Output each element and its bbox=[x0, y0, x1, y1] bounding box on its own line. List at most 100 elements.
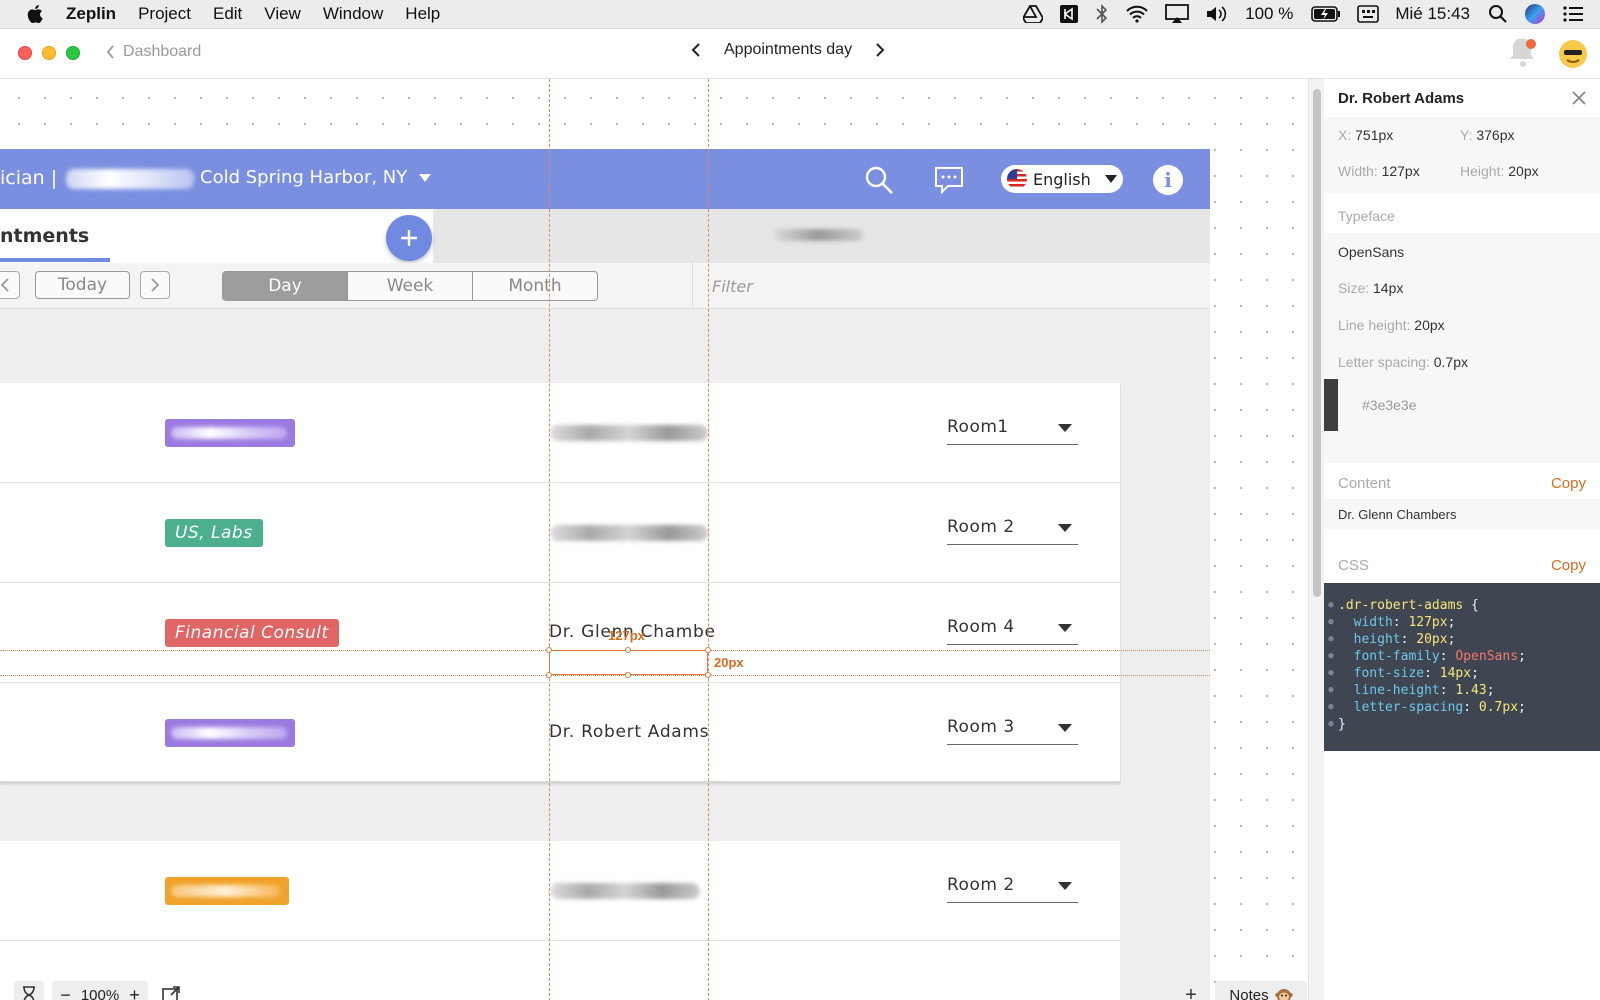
menu-clock[interactable]: Mié 15:43 bbox=[1395, 4, 1470, 24]
appointment-row[interactable]: US, Labs Room 2 bbox=[0, 483, 1120, 583]
history-button[interactable] bbox=[14, 981, 44, 1000]
minimize-window-button[interactable] bbox=[42, 46, 56, 60]
artboard[interactable]: ician | Cold Spring Harbor, NY English i… bbox=[0, 149, 1210, 1000]
previous-screen-icon[interactable] bbox=[690, 42, 702, 58]
previous-day-button[interactable] bbox=[0, 271, 20, 299]
siri-icon[interactable] bbox=[1524, 0, 1546, 28]
bluetooth-icon[interactable] bbox=[1095, 0, 1109, 28]
redacted-doctor-name bbox=[550, 425, 708, 441]
menu-view[interactable]: View bbox=[264, 4, 301, 24]
vertical-guide bbox=[549, 79, 550, 1000]
zoom-window-button[interactable] bbox=[66, 46, 80, 60]
export-button[interactable] bbox=[156, 981, 186, 1000]
room-select[interactable]: Room 2 bbox=[947, 875, 1078, 903]
chevron-right-icon bbox=[151, 278, 160, 292]
next-screen-icon[interactable] bbox=[874, 42, 886, 58]
tabs-row: ntments bbox=[0, 209, 1210, 263]
zeplin-window: Dashboard Appointments day ician | Cold … bbox=[0, 28, 1600, 1000]
menu-help[interactable]: Help bbox=[405, 4, 440, 24]
volume-icon[interactable] bbox=[1205, 0, 1229, 28]
room-label: Room 2 bbox=[947, 517, 1015, 537]
location-label: Cold Spring Harbor, NY bbox=[200, 167, 408, 188]
appointment-type-tag bbox=[165, 719, 295, 747]
apple-logo-icon[interactable] bbox=[26, 5, 44, 23]
scrollbar-thumb[interactable] bbox=[1313, 89, 1321, 597]
user-avatar[interactable] bbox=[1558, 39, 1588, 69]
notification-center-icon[interactable] bbox=[1562, 0, 1584, 28]
filter-input[interactable]: Filter bbox=[712, 277, 753, 296]
room-select[interactable]: Room1 bbox=[947, 417, 1078, 445]
appointment-type-tag bbox=[165, 877, 289, 905]
chat-icon[interactable] bbox=[934, 165, 964, 195]
app-extension-icon[interactable] bbox=[1059, 0, 1079, 28]
view-week-button[interactable]: Week bbox=[348, 272, 473, 300]
room-label: Room 3 bbox=[947, 717, 1015, 737]
css-code-block[interactable]: ● .dr-robert-adams { ● width: 127px; ● he… bbox=[1324, 583, 1600, 751]
search-icon[interactable] bbox=[864, 165, 894, 195]
caret-down-icon bbox=[1058, 724, 1072, 732]
appointment-row[interactable]: Dr. Robert Adams Room 3 bbox=[0, 683, 1120, 783]
battery-icon[interactable] bbox=[1311, 0, 1341, 28]
caret-down-icon bbox=[1058, 624, 1072, 632]
color-hex[interactable]: #3e3e3e bbox=[1362, 397, 1417, 413]
view-segmented-control: Day Week Month bbox=[222, 271, 598, 301]
redacted-tag-text bbox=[171, 727, 287, 739]
vertical-scrollbar[interactable] bbox=[1308, 79, 1324, 1000]
color-swatch[interactable] bbox=[1324, 379, 1338, 431]
close-window-button[interactable] bbox=[18, 46, 32, 60]
notes-label: Notes bbox=[1229, 986, 1269, 1000]
copy-content-button[interactable]: Copy bbox=[1551, 475, 1586, 492]
screen-title: Appointments day bbox=[724, 41, 853, 58]
room-select[interactable]: Room 4 bbox=[947, 617, 1078, 645]
vertical-guide bbox=[708, 79, 709, 1000]
keyboard-input-icon[interactable] bbox=[1357, 0, 1380, 28]
doctor-name[interactable]: Dr. Robert Adams bbox=[549, 722, 709, 742]
position-section: X: 751px Y: 376px Width: 127px Height: 2… bbox=[1324, 117, 1600, 193]
appointment-row[interactable]: Room1 bbox=[0, 383, 1120, 483]
redacted-doctor-name bbox=[550, 883, 700, 899]
menu-project[interactable]: Project bbox=[138, 4, 191, 24]
copy-css-button[interactable]: Copy bbox=[1551, 557, 1586, 574]
add-appointment-button[interactable] bbox=[386, 215, 432, 261]
room-label: Room 2 bbox=[947, 875, 1015, 895]
tab-appointments[interactable]: ntments bbox=[0, 225, 89, 247]
content-text[interactable]: Dr. Glenn Chambers bbox=[1338, 507, 1457, 522]
menu-window[interactable]: Window bbox=[323, 4, 383, 24]
design-canvas[interactable]: ician | Cold Spring Harbor, NY English i… bbox=[0, 79, 1308, 1000]
room-select[interactable]: Room 3 bbox=[947, 717, 1078, 745]
menu-app-name[interactable]: Zeplin bbox=[66, 4, 116, 24]
drive-icon[interactable] bbox=[1023, 0, 1044, 28]
info-icon[interactable]: i bbox=[1153, 165, 1183, 195]
airplay-icon[interactable] bbox=[1165, 0, 1190, 28]
language-selector[interactable]: English bbox=[1001, 165, 1123, 193]
spotlight-search-icon[interactable] bbox=[1488, 0, 1508, 28]
today-button[interactable]: Today bbox=[35, 271, 130, 299]
next-day-button[interactable] bbox=[140, 271, 170, 299]
active-tab-indicator bbox=[0, 258, 110, 262]
horizontal-guide bbox=[0, 675, 1210, 676]
notes-button[interactable]: Notes bbox=[1215, 981, 1307, 1000]
appointment-row[interactable]: Room 2 bbox=[0, 841, 1120, 941]
wifi-icon[interactable] bbox=[1125, 0, 1149, 28]
caret-down-icon bbox=[1058, 882, 1072, 890]
menu-edit[interactable]: Edit bbox=[213, 4, 242, 24]
css-prop-key: width bbox=[1353, 615, 1393, 630]
location-selector[interactable]: Cold Spring Harbor, NY bbox=[200, 167, 432, 188]
battery-percent[interactable]: 100 % bbox=[1245, 4, 1293, 24]
line-height: Line height: 20px bbox=[1338, 317, 1445, 333]
css-heading: CSS bbox=[1338, 557, 1369, 574]
plus-icon bbox=[401, 230, 417, 246]
room-label: Room 4 bbox=[947, 617, 1015, 637]
notifications-bell-icon[interactable] bbox=[1508, 39, 1538, 69]
font-name: OpenSans bbox=[1338, 244, 1405, 260]
view-month-button[interactable]: Month bbox=[473, 272, 597, 300]
room-select[interactable]: Room 2 bbox=[947, 517, 1078, 545]
close-icon[interactable] bbox=[1572, 91, 1586, 105]
add-note-button[interactable]: + bbox=[1177, 981, 1205, 1000]
view-day-button[interactable]: Day bbox=[223, 272, 348, 300]
zoom-out-button[interactable]: − bbox=[60, 985, 71, 1000]
css-prop-key: font-size bbox=[1353, 666, 1425, 681]
inspector-panel: Dr. Robert Adams X: 751px Y: 376px Width… bbox=[1324, 79, 1600, 1000]
back-to-dashboard-link[interactable]: Dashboard bbox=[106, 43, 201, 61]
zoom-in-button[interactable]: + bbox=[129, 985, 140, 1000]
